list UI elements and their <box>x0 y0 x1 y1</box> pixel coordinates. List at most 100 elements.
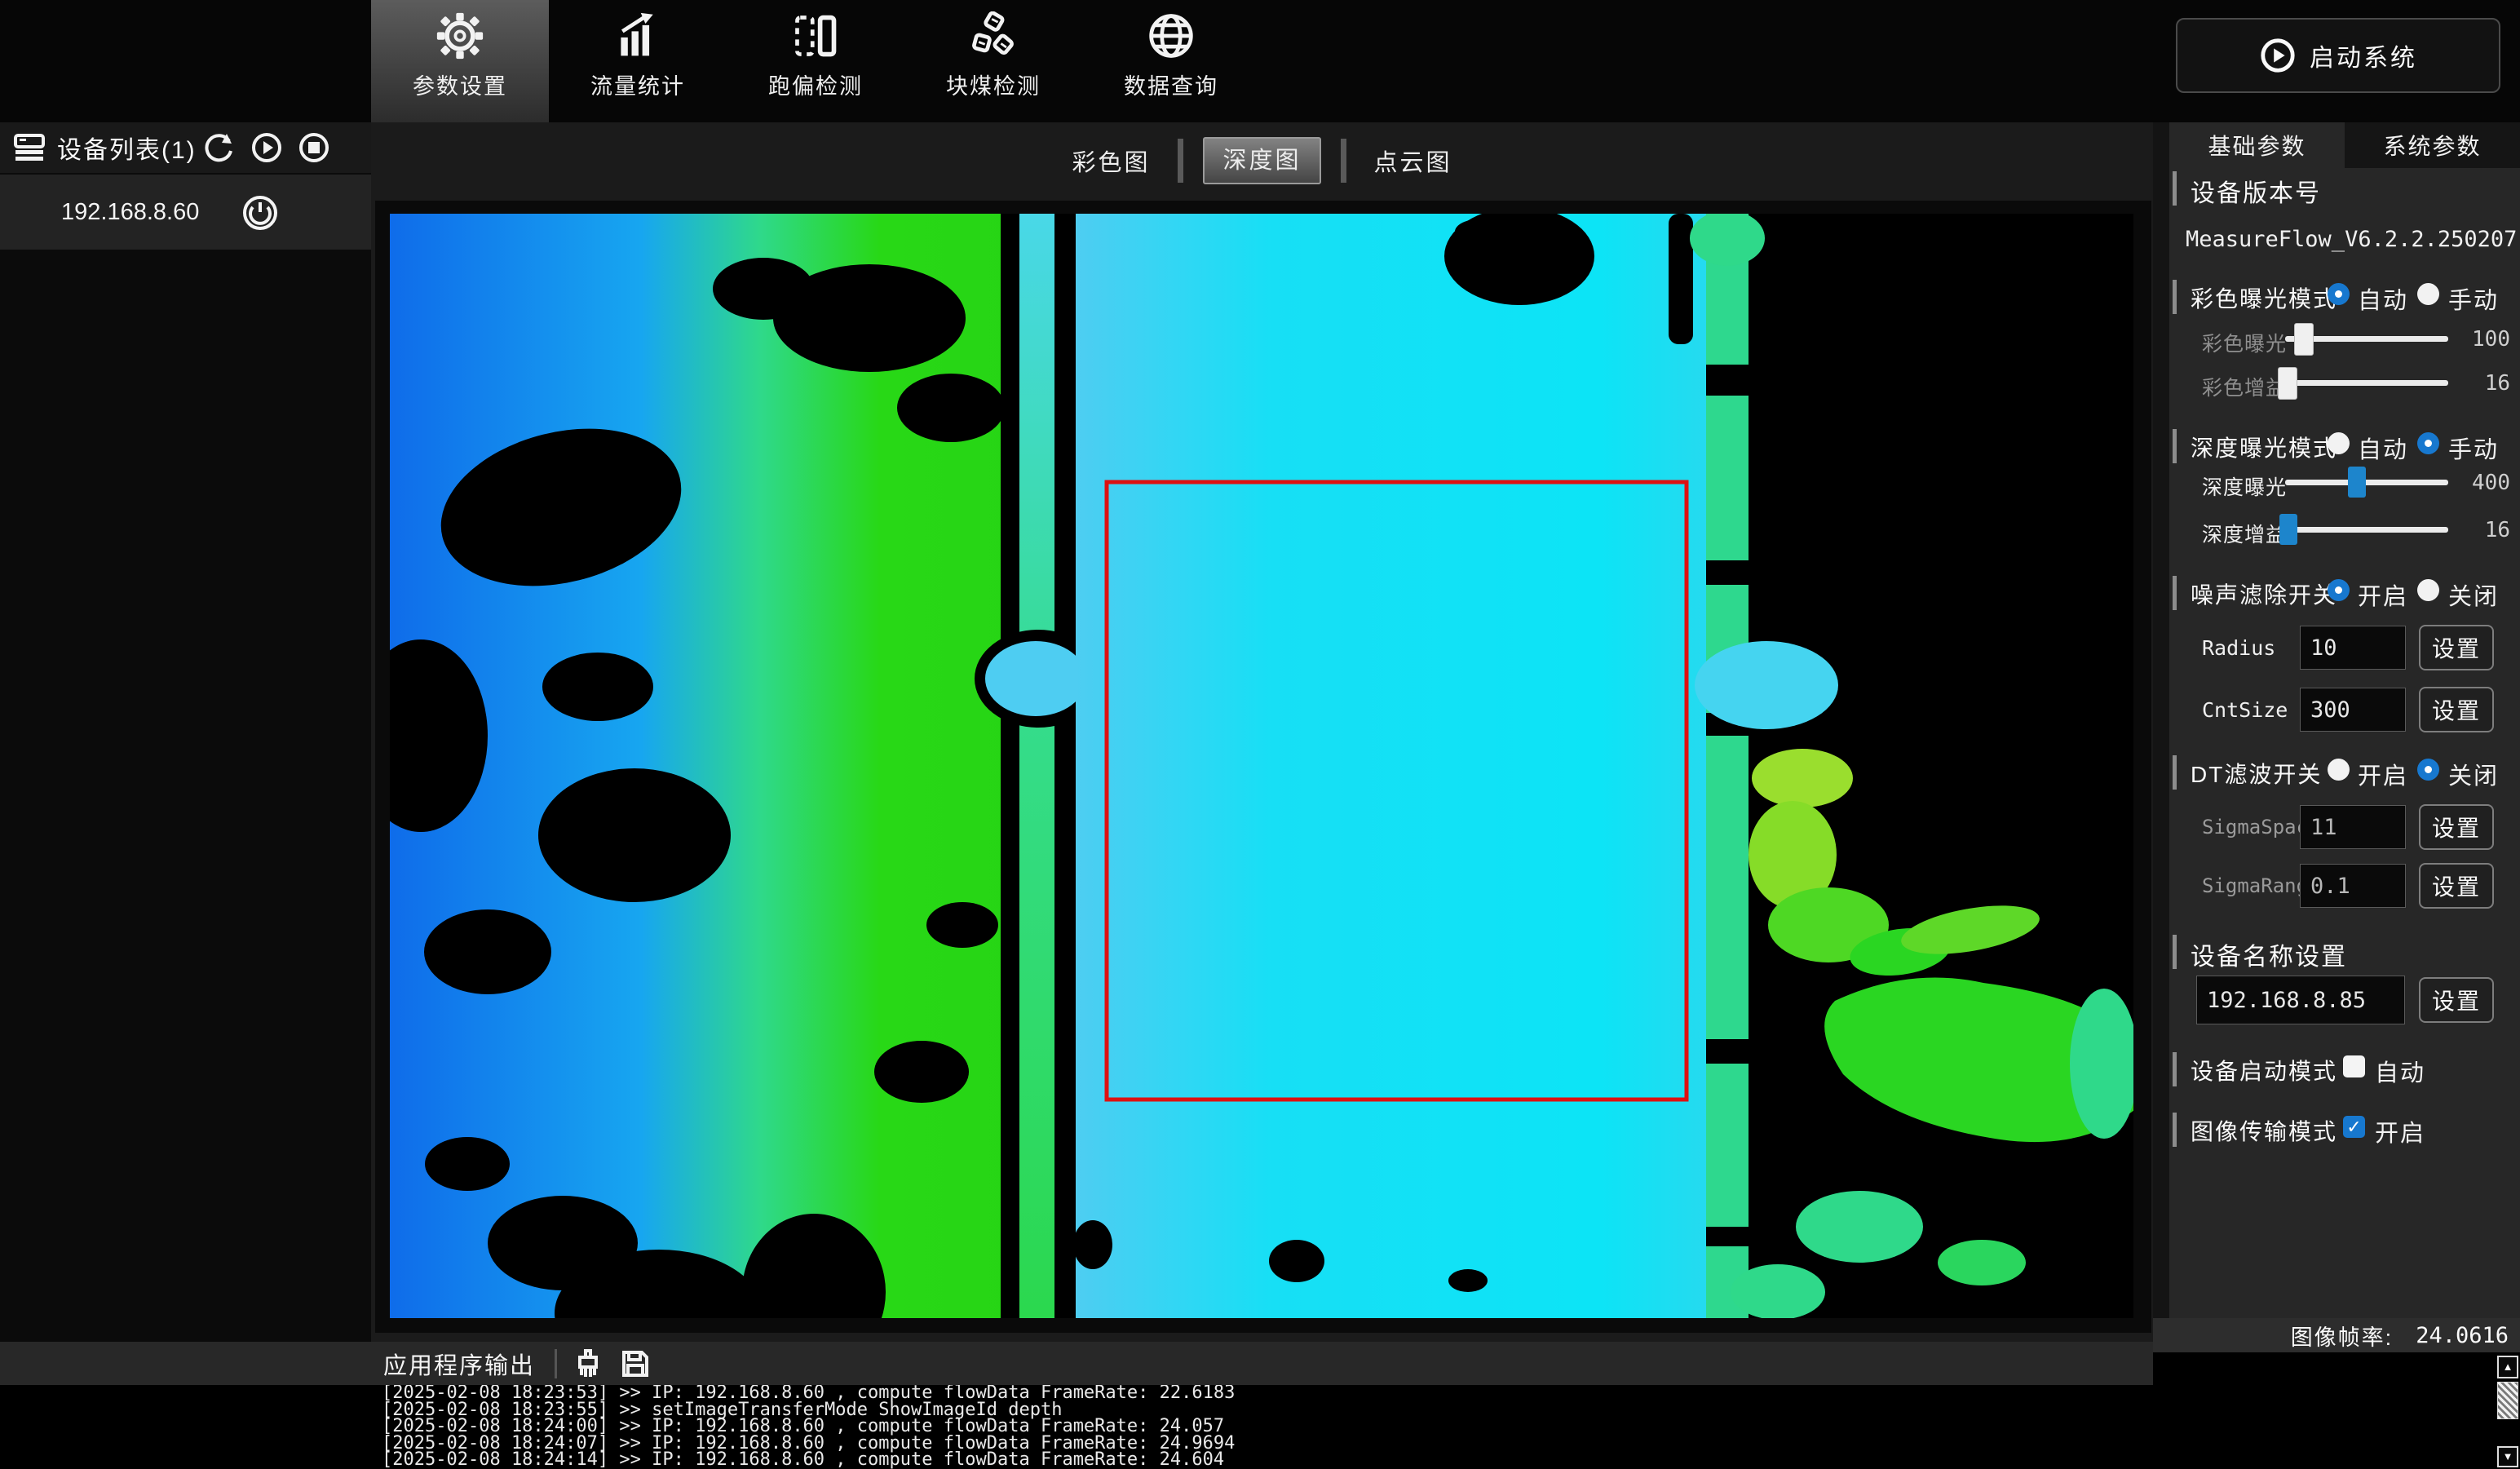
radio-noise-off[interactable] <box>2417 579 2439 601</box>
device-version-value: MeasureFlow_V6.2.2.250207 <box>2186 227 2504 252</box>
start-system-label: 启动系统 <box>2310 38 2417 73</box>
depth-gain-row: 深度增益 16 <box>2169 515 2520 548</box>
refresh-devices-button[interactable] <box>202 131 237 165</box>
toolbar-item-label: 数据查询 <box>1124 69 1218 100</box>
scroll-up-button[interactable]: ▲ <box>2497 1356 2518 1378</box>
cntsize-set-button[interactable]: 设置 <box>2419 687 2494 732</box>
stop-all-button[interactable] <box>297 131 331 165</box>
section-accent-bar <box>2173 1052 2177 1086</box>
gear-teeth <box>437 13 483 59</box>
cntsize-row: CntSize 设置 <box>2169 687 2520 734</box>
sigma-range-input[interactable] <box>2300 864 2406 908</box>
tab-color-image[interactable]: 彩色图 <box>1063 144 1158 178</box>
transfer-on-checkbox[interactable]: ✓ <box>2343 1116 2365 1138</box>
tab-basic-params[interactable]: 基础参数 <box>2169 122 2345 168</box>
play-all-button[interactable] <box>250 131 284 165</box>
depth-gain-slider[interactable] <box>2285 527 2448 533</box>
depth-channel-right <box>1706 214 1749 1318</box>
radio-dt-off[interactable] <box>2417 759 2439 781</box>
depth-image-frame <box>375 201 2151 1333</box>
radio-noise-on[interactable] <box>2328 579 2350 601</box>
color-exposure-slider[interactable] <box>2285 336 2448 342</box>
radio-depth-auto[interactable] <box>2328 432 2350 454</box>
transfer-mode-row: 图像传输模式 ✓ 开启 <box>2169 1113 2520 1148</box>
scrollbar-thumb[interactable] <box>2497 1382 2518 1419</box>
tab-depth-image[interactable]: 深度图 <box>1203 137 1320 184</box>
radius-row: Radius 设置 <box>2169 625 2520 672</box>
panel-divider <box>2153 122 2169 1320</box>
device-ip: 192.168.8.60 <box>61 199 199 226</box>
radio-dt-on[interactable] <box>2328 759 2350 781</box>
log-header: 应用程序输出 <box>0 1342 2153 1385</box>
tab-separator <box>1341 139 1346 183</box>
device-version-row: MeasureFlow_V6.2.2.250207 <box>2169 227 2520 263</box>
clear-log-button[interactable] <box>572 1347 604 1380</box>
toolbar-item-label: 参数设置 <box>413 69 507 100</box>
startup-mode-row: 设备启动模式 自动 <box>2169 1052 2520 1088</box>
start-system-button[interactable]: 启动系统 <box>2176 18 2500 93</box>
transfer-mode-label: 图像传输模式 <box>2191 1114 2337 1147</box>
device-list-header: 设备列表(1) <box>0 122 371 173</box>
color-gain-row: 彩色增益 16 <box>2169 369 2520 401</box>
log-output[interactable]: [2025-02-08 18:23:53] >> IP: 192.168.8.6… <box>0 1385 2153 1469</box>
radio-color-auto[interactable] <box>2328 283 2350 305</box>
depth-map-image <box>390 214 2133 1318</box>
toolbar-item-coal-detect[interactable]: 块煤检测 <box>904 0 1082 122</box>
noise-filter-row: 噪声滤除开关 开启 关闭 <box>2169 576 2520 608</box>
sigma-space-row: SigmaSpace 设置 <box>2169 804 2520 852</box>
depth-exposure-slider[interactable] <box>2285 480 2448 485</box>
frame-rate-label: 图像帧率: <box>2291 1320 2394 1352</box>
toolbar-item-label: 流量统计 <box>590 69 685 100</box>
toolbar-item-deviation-detect[interactable]: 跑偏检测 <box>727 0 904 122</box>
radio-color-auto-label: 自动 <box>2358 281 2408 316</box>
sigma-space-set-button[interactable]: 设置 <box>2419 804 2494 850</box>
radio-color-manual-label: 手动 <box>2448 281 2499 316</box>
sigma-space-input[interactable] <box>2300 805 2406 849</box>
save-log-button[interactable] <box>619 1347 652 1380</box>
radio-noise-on-label: 开启 <box>2358 577 2408 612</box>
radius-label: Radius <box>2202 636 2275 660</box>
tab-point-cloud[interactable]: 点云图 <box>1366 144 1461 178</box>
device-name-input[interactable] <box>2196 976 2405 1024</box>
log-lines: [2025-02-08 18:23:53] >> IP: 192.168.8.6… <box>0 1385 2153 1469</box>
depth-exposure-mode-row: 深度曝光模式 自动 手动 <box>2169 429 2520 462</box>
slider-handle[interactable] <box>2294 323 2314 356</box>
slider-handle[interactable] <box>2348 467 2366 498</box>
tab-separator <box>1178 139 1183 183</box>
tab-system-params[interactable]: 系统参数 <box>2345 122 2520 168</box>
color-gain-value: 16 <box>2456 371 2510 396</box>
color-exposure-mode-label: 彩色曝光模式 <box>2191 281 2337 314</box>
radio-color-manual[interactable] <box>2417 283 2439 305</box>
radio-noise-off-label: 关闭 <box>2448 577 2499 612</box>
parameters-panel: 基础参数 系统参数 设备版本号 MeasureFlow_V6.2.2.25020… <box>2169 122 2520 1320</box>
device-sidebar: 设备列表(1) 192.168.8.60 <box>0 122 371 1342</box>
cntsize-label: CntSize <box>2202 698 2288 722</box>
section-accent-bar <box>2173 171 2177 206</box>
device-name-set-button[interactable]: 设置 <box>2419 977 2494 1023</box>
device-row[interactable]: 192.168.8.60 <box>0 175 371 250</box>
play-circle-icon <box>2259 37 2297 74</box>
sigma-range-set-button[interactable]: 设置 <box>2419 863 2494 909</box>
radius-set-button[interactable]: 设置 <box>2419 625 2494 670</box>
toolbar-item-data-query[interactable]: 数据查询 <box>1082 0 1260 122</box>
slider-handle[interactable] <box>2278 367 2297 400</box>
radio-depth-manual[interactable] <box>2417 432 2439 454</box>
toolbar-item-flow-stats[interactable]: 流量统计 <box>549 0 727 122</box>
radio-dt-on-label: 开启 <box>2358 757 2408 791</box>
depth-bulge-right <box>1695 641 1838 729</box>
cntsize-input[interactable] <box>2300 688 2406 732</box>
device-power-button[interactable] <box>241 194 279 232</box>
device-list-icon <box>13 134 46 162</box>
color-gain-label: 彩色增益 <box>2202 372 2287 401</box>
radio-depth-auto-label: 自动 <box>2358 431 2408 465</box>
section-accent-bar <box>2173 935 2177 969</box>
radius-input[interactable] <box>2300 626 2406 670</box>
slider-handle[interactable] <box>2279 514 2297 545</box>
depth-exposure-value: 400 <box>2456 471 2510 495</box>
log-scroll-area: ▲ ▼ <box>2153 1352 2520 1469</box>
startup-auto-checkbox[interactable] <box>2343 1055 2365 1077</box>
scroll-down-button[interactable]: ▼ <box>2497 1446 2518 1467</box>
viewer-tab-bar: 彩色图 深度图 点云图 <box>371 135 2153 186</box>
color-gain-slider[interactable] <box>2285 380 2448 386</box>
toolbar-item-parameter-settings[interactable]: 参数设置 <box>371 0 549 122</box>
